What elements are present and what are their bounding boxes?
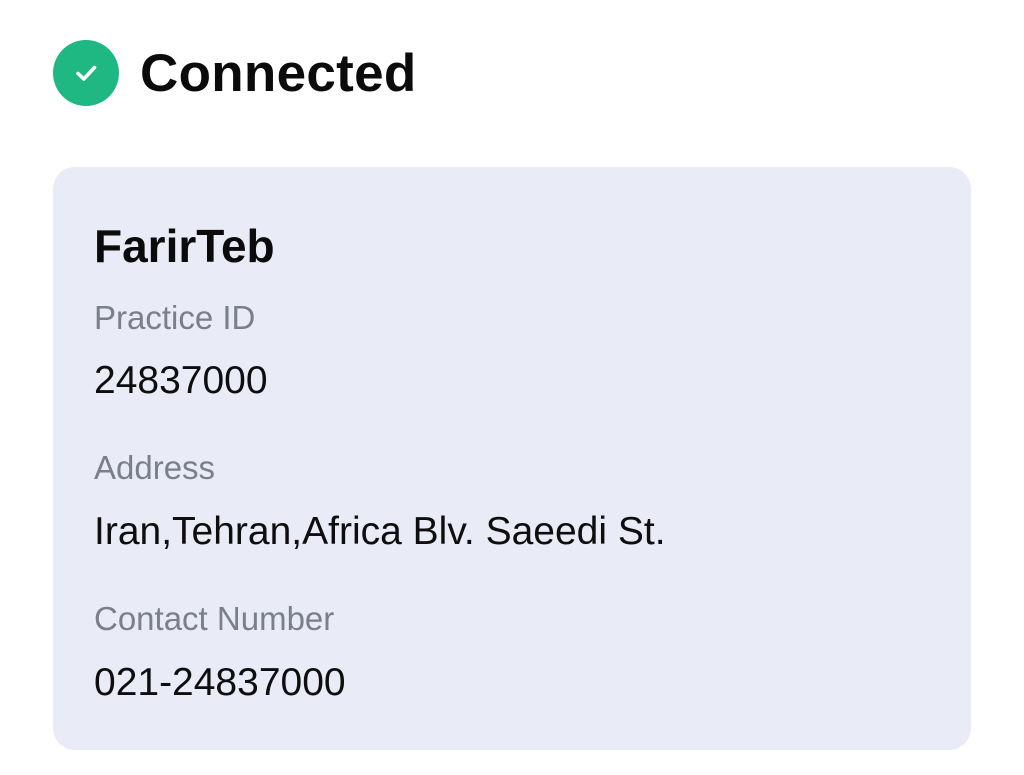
practice-name: FarirTeb <box>94 220 275 272</box>
connection-status: Connected <box>53 40 417 106</box>
address-label: Address <box>94 449 216 486</box>
contact-number-value: 021-24837000 <box>94 661 346 704</box>
checkmark-icon <box>76 65 97 81</box>
practice-id-value: 24837000 <box>94 359 268 402</box>
check-circle-icon <box>53 40 119 106</box>
address-value: Iran,Tehran,Africa Blv. Saeedi St. <box>94 510 666 553</box>
practice-info-card: FarirTeb Practice ID 24837000 Address Ir… <box>53 167 971 750</box>
practice-id-label: Practice ID <box>94 299 256 336</box>
status-title: Connected <box>140 43 417 103</box>
contact-number-label: Contact Number <box>94 600 335 637</box>
